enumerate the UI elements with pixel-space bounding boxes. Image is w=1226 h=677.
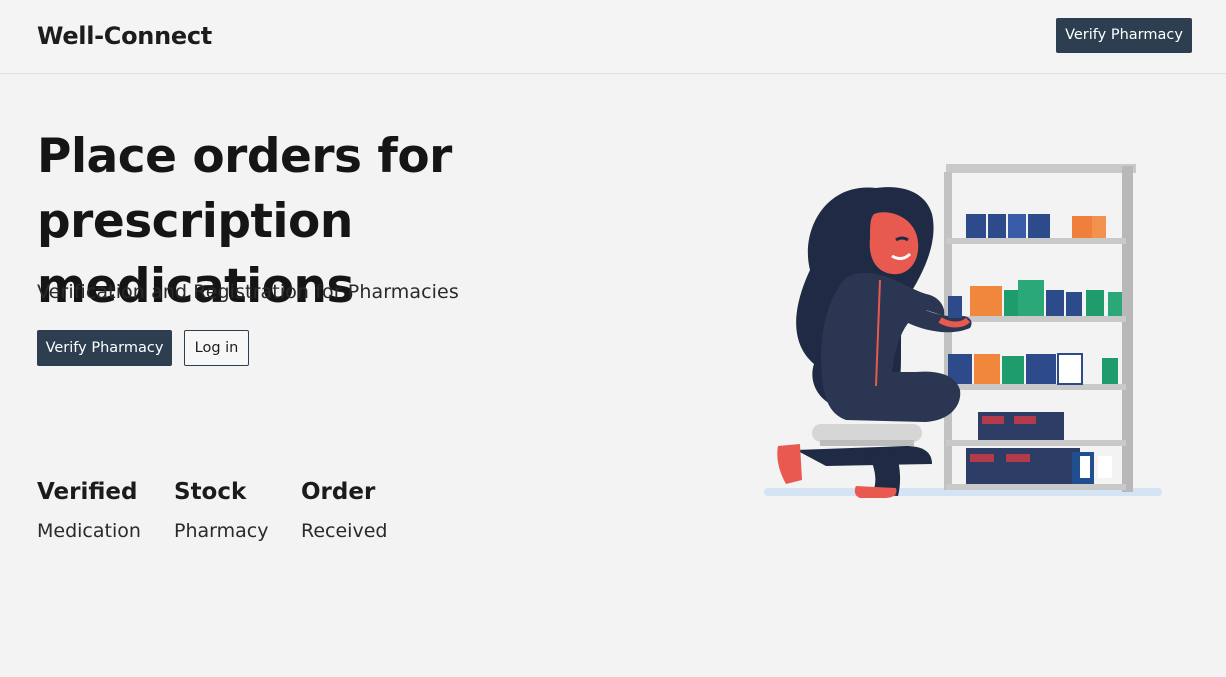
header-verify-pharmacy-button[interactable]: Verify Pharmacy (1056, 18, 1192, 53)
verify-pharmacy-button[interactable]: Verify Pharmacy (37, 330, 172, 366)
hero-subtitle: Verification and Registration for Pharma… (37, 281, 459, 303)
stat-subtitle: Medication (37, 520, 141, 542)
login-button[interactable]: Log in (184, 330, 249, 366)
pharmacist-figure (777, 187, 972, 498)
brand-logo-text[interactable]: Well-Connect (37, 20, 212, 52)
stat-subtitle: Pharmacy (174, 520, 269, 542)
hero-title-line-1: Place orders for (37, 129, 452, 184)
stat-title: Order (301, 479, 376, 505)
stat-order: Order Received (301, 478, 387, 544)
stat-title: Verified (37, 479, 138, 505)
shelf-unit (944, 164, 1136, 492)
stat-verified: Verified Medication (37, 478, 141, 544)
stat-stock: Stock Pharmacy (174, 478, 268, 544)
stat-title: Stock (174, 479, 247, 505)
stat-subtitle: Received (301, 520, 388, 542)
site-header: Well-Connect Verify Pharmacy (0, 0, 1226, 74)
pharmacist-illustration (764, 164, 1162, 498)
